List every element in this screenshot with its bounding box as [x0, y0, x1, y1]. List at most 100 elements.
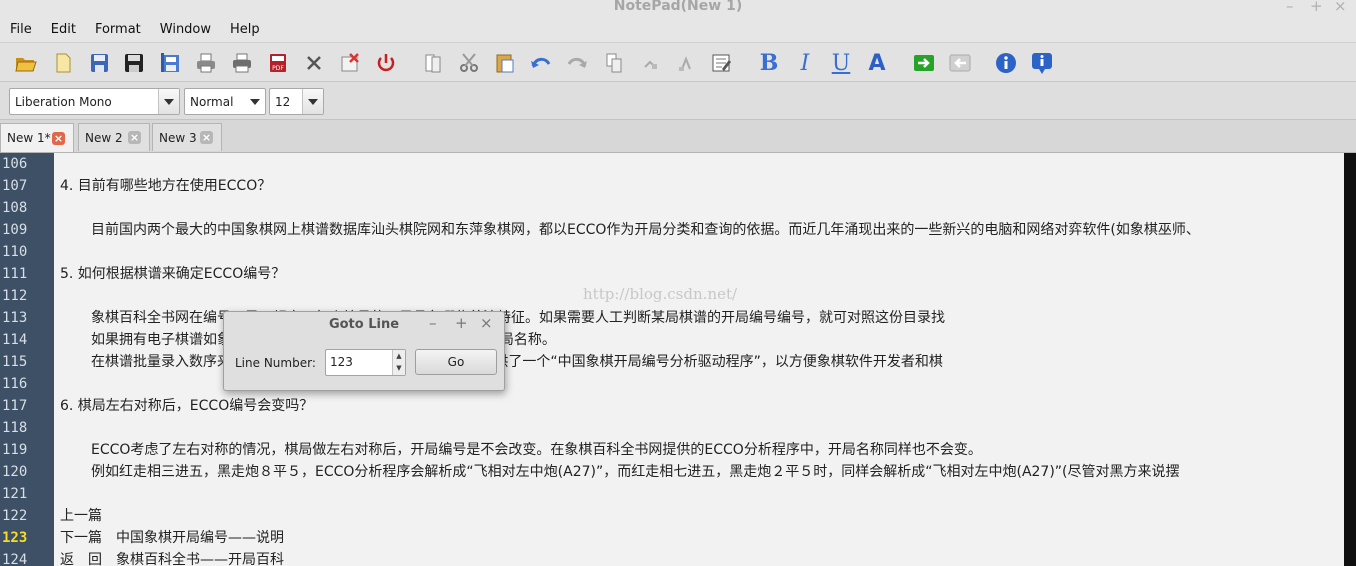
go-button[interactable]: Go	[415, 349, 497, 375]
spin-up-icon[interactable]: ▲	[393, 350, 405, 362]
font-size-value: 12	[275, 94, 291, 109]
line-number: 116	[2, 376, 28, 392]
svg-text:PDF: PDF	[272, 65, 284, 72]
close-all-icon[interactable]	[337, 51, 363, 75]
dialog-minimize-icon[interactable]: –	[429, 314, 437, 332]
editor-line: 上一篇	[60, 508, 102, 524]
dialog-titlebar[interactable]: Goto Line – + ×	[224, 312, 504, 338]
document-tabs: New 1* × New 2 × New 3 ×	[0, 120, 1356, 153]
line-number-spinbox[interactable]: 123 ▲ ▼	[325, 349, 406, 376]
find-next-icon[interactable]	[638, 51, 664, 75]
save-icon[interactable]	[86, 51, 112, 75]
line-number: 119	[2, 442, 28, 458]
line-number: 112	[2, 288, 28, 304]
line-number: 117	[2, 398, 28, 414]
menu-file[interactable]: File	[10, 22, 32, 37]
font-family-value: Liberation Mono	[15, 94, 112, 109]
editor-line: 6. 棋局左右对称后，ECCO编号会变吗？	[60, 398, 314, 414]
line-number: 107	[2, 178, 28, 194]
goto-line-dialog: Goto Line – + × Line Number: 123 ▲ ▼ Go	[223, 311, 505, 391]
tab-close-icon[interactable]: ×	[52, 131, 65, 145]
find-icon[interactable]	[602, 51, 628, 75]
undo-icon[interactable]	[528, 51, 554, 75]
window-titlebar: NotePad(New 1) – + ×	[0, 0, 1356, 16]
indent-icon[interactable]	[911, 51, 937, 75]
line-number: 121	[2, 486, 28, 502]
new-file-icon[interactable]	[50, 51, 76, 75]
line-number: 120	[2, 464, 28, 480]
tab-new-3[interactable]: New 3 ×	[152, 123, 222, 151]
editor-line: 5. 如何根据棋谱来确定ECCO编号？	[60, 266, 286, 282]
dialog-maximize-icon[interactable]: +	[455, 314, 468, 332]
font-size-select[interactable]: 12	[269, 88, 324, 115]
italic-icon[interactable]: I	[792, 51, 818, 76]
save-all-icon[interactable]	[157, 51, 183, 75]
font-style-value: Normal	[190, 94, 234, 109]
save-as-icon[interactable]	[121, 51, 147, 75]
copy-icon[interactable]	[420, 51, 446, 75]
menu-help[interactable]: Help	[230, 22, 260, 37]
menu-edit[interactable]: Edit	[51, 22, 76, 37]
dialog-close-icon[interactable]: ×	[480, 314, 493, 332]
line-number: 122	[2, 508, 28, 524]
editor-line: 目前国内两个最大的中国象棋网上棋谱数据库汕头棋院网和东萍象棋网，都以ECCO作为…	[91, 222, 1200, 238]
tab-new-2[interactable]: New 2 ×	[78, 123, 150, 151]
unindent-icon[interactable]	[947, 51, 973, 75]
tab-close-icon[interactable]: ×	[200, 131, 213, 144]
editor-line: ECCO考虑了左右对称的情况，棋局做左右对称后，开局编号是不会改变。在象棋百科全…	[91, 442, 982, 458]
minimize-icon[interactable]: –	[1286, 0, 1294, 15]
cut-icon[interactable]	[456, 51, 482, 75]
export-pdf-icon[interactable]: PDF	[265, 51, 291, 75]
font-color-icon[interactable]: A	[864, 51, 890, 76]
spin-down-icon[interactable]: ▼	[393, 362, 405, 374]
line-number: 113	[2, 310, 28, 326]
font-style-select[interactable]: Normal	[184, 88, 266, 115]
chevron-down-icon[interactable]	[158, 89, 179, 114]
text-editor[interactable]: 106 107 108 109 110 111 112 113 114 115 116 117 118 1…	[0, 153, 1356, 566]
main-toolbar: PDF B I U A	[0, 42, 1356, 121]
vertical-scrollbar[interactable]	[1344, 153, 1356, 566]
line-number: 124	[2, 552, 28, 566]
editor-line: 在棋谱批量录入数序来确定棋谱的ECCO编号。象棋百科全书网提供了一个“中国象棋开…	[91, 354, 943, 370]
font-family-select[interactable]: Liberation Mono	[9, 88, 180, 115]
open-folder-icon[interactable]	[13, 51, 39, 75]
tab-close-icon[interactable]: ×	[128, 131, 141, 144]
tab-new-1[interactable]: New 1* ×	[0, 123, 74, 152]
line-number: 111	[2, 266, 28, 282]
menu-bar: File Edit Format Window Help	[0, 16, 1356, 42]
font-toolbar: Liberation Mono Normal 12	[0, 82, 1356, 120]
line-number: 123	[2, 530, 28, 546]
goto-line-icon[interactable]	[709, 51, 735, 75]
menu-format[interactable]: Format	[95, 22, 141, 37]
line-number: 110	[2, 244, 28, 260]
editor-line: 象棋百科全书网在编号目录，规定了每个编号的开局具备哪些着法特征。如果需要人工判断…	[91, 310, 945, 326]
editor-line: 4. 目前有哪些地方在使用ECCO？	[60, 178, 272, 194]
close-icon[interactable]	[301, 51, 327, 75]
chevron-down-icon[interactable]	[302, 89, 323, 114]
line-number: 106	[2, 156, 28, 172]
paste-icon[interactable]	[492, 51, 518, 75]
watermark-text: http://blog.csdn.net/	[583, 285, 738, 303]
line-number: 109	[2, 222, 28, 238]
underline-icon[interactable]: U	[828, 51, 854, 76]
print-preview-icon[interactable]	[229, 51, 255, 75]
maximize-icon[interactable]: +	[1310, 0, 1323, 15]
redo-icon[interactable]	[564, 51, 590, 75]
line-number: 118	[2, 420, 28, 436]
info-icon[interactable]	[993, 51, 1019, 75]
editor-line: 返 回 象棋百科全书——开局百科	[60, 552, 284, 566]
quit-icon[interactable]	[373, 51, 399, 75]
chevron-down-icon[interactable]	[245, 89, 265, 114]
find-prev-icon[interactable]	[673, 51, 699, 75]
editor-line: 例如红走相三进五，黑走炮８平５，ECCO分析程序会解析成“飞相对左中炮(A27)…	[91, 464, 1180, 480]
line-number-value: 123	[330, 355, 353, 369]
window-title: NotePad(New 1)	[613, 0, 743, 14]
about-icon[interactable]	[1029, 51, 1055, 75]
menu-window[interactable]: Window	[160, 22, 211, 37]
print-icon[interactable]	[193, 51, 219, 75]
bold-icon[interactable]: B	[756, 50, 782, 76]
editor-line: 下一篇 中国象棋开局编号——说明	[60, 530, 284, 546]
line-number: 115	[2, 354, 28, 370]
line-number: 108	[2, 200, 28, 216]
close-window-icon[interactable]: ×	[1334, 0, 1347, 15]
